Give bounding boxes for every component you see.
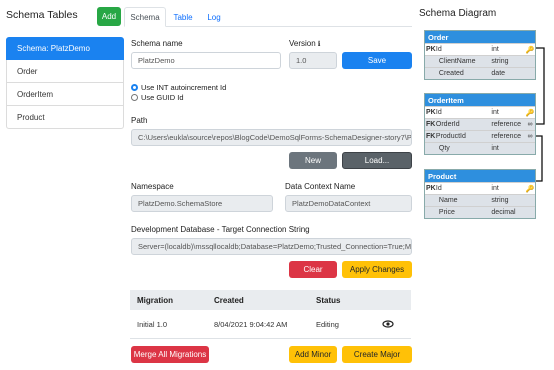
sidebar-item-orderitem[interactable]: OrderItem bbox=[6, 83, 124, 106]
create-major-button[interactable]: Create Major bbox=[342, 346, 412, 363]
column-type: reference bbox=[491, 133, 521, 140]
schema-diagram-title: Schema Diagram bbox=[419, 8, 497, 19]
column-type: int bbox=[491, 145, 499, 152]
table-row: Name string bbox=[425, 194, 535, 206]
merge-all-migrations-button[interactable]: Merge All Migrations bbox=[131, 346, 209, 363]
radio-int-id[interactable]: Use INT autoincrement Id bbox=[131, 83, 226, 92]
column-name: ProductId bbox=[435, 133, 466, 140]
add-button[interactable]: Add bbox=[97, 7, 121, 26]
diagram-table-order[interactable]: Order PK Id int 🔑 ClientName string Crea… bbox=[424, 30, 536, 80]
radio-guid-label: Use GUID Id bbox=[141, 93, 184, 102]
order-orderitem-connector bbox=[536, 47, 545, 125]
table-header-product: Product bbox=[425, 170, 535, 182]
column-type: int bbox=[491, 46, 499, 53]
namespace-input[interactable]: PlatzDemo.SchemaStore bbox=[131, 195, 273, 212]
table-header-order: Order bbox=[425, 31, 535, 43]
column-name: Created bbox=[438, 70, 464, 77]
table-header-orderitem: OrderItem bbox=[425, 94, 535, 106]
table-row: Price decimal bbox=[425, 206, 535, 218]
column-type: date bbox=[491, 70, 506, 77]
schema-tables-list: Schema: PlatzDemo Order OrderItem Produc… bbox=[6, 37, 124, 129]
column-type: int bbox=[491, 109, 499, 116]
diagram-table-product[interactable]: Product PK Id int 🔑 Name string Price de… bbox=[424, 169, 536, 219]
migration-created-cell: 8/04/2021 9:04:42 AM bbox=[214, 320, 288, 329]
key-label: PK bbox=[426, 46, 436, 53]
connection-string-input[interactable]: Server=(localdb)\mssqllocaldb;Database=P… bbox=[131, 238, 412, 255]
add-minor-button[interactable]: Add Minor bbox=[289, 346, 337, 363]
column-type: string bbox=[491, 58, 509, 65]
new-button[interactable]: New bbox=[289, 152, 337, 169]
column-name: Id bbox=[435, 185, 442, 192]
table-row: PK Id int 🔑 bbox=[425, 182, 535, 194]
migration-column-header: Migration bbox=[137, 296, 173, 305]
data-context-input[interactable]: PlatzDemoDataContext bbox=[285, 195, 412, 212]
save-button[interactable]: Save bbox=[342, 52, 412, 69]
tab-schema[interactable]: Schema bbox=[124, 7, 166, 27]
column-name: Qty bbox=[438, 145, 450, 152]
column-name: Price bbox=[438, 209, 455, 216]
table-row: PK Id int 🔑 bbox=[425, 106, 535, 118]
table-row: FK ProductId reference ∞ bbox=[425, 130, 535, 142]
table-row: ClientName string bbox=[425, 55, 535, 67]
eye-icon[interactable] bbox=[381, 318, 395, 330]
apply-changes-button[interactable]: Apply Changes bbox=[342, 261, 412, 278]
column-name: Id bbox=[435, 109, 442, 116]
info-icon: ℹ bbox=[317, 40, 321, 48]
load-button[interactable]: Load... bbox=[342, 152, 412, 169]
column-type: string bbox=[491, 197, 509, 204]
migration-status-cell: Editing bbox=[316, 320, 339, 329]
schema-name-input[interactable]: PlatzDemo bbox=[131, 52, 281, 69]
status-column-header: Status bbox=[316, 296, 341, 305]
clear-button[interactable]: Clear bbox=[289, 261, 337, 278]
column-name: Id bbox=[435, 46, 442, 53]
key-label: PK bbox=[426, 185, 436, 192]
path-input[interactable]: C:\Users\eukla\source\repos\BlogCode\Dem… bbox=[131, 129, 412, 146]
radio-guid-indicator[interactable] bbox=[131, 94, 138, 101]
table-row: Created date bbox=[425, 67, 535, 79]
namespace-label: Namespace bbox=[131, 182, 174, 191]
column-name: OrderId bbox=[435, 121, 460, 128]
data-context-label: Data Context Name bbox=[285, 182, 356, 191]
radio-int-label: Use INT autoincrement Id bbox=[141, 83, 227, 92]
tab-table[interactable]: Table bbox=[168, 7, 198, 27]
key-label: FK bbox=[426, 121, 436, 128]
column-type: decimal bbox=[491, 209, 516, 216]
table-row: FK OrderId reference ∞ bbox=[425, 118, 535, 130]
dev-db-label: Development Database - Target Connection… bbox=[131, 225, 310, 234]
path-label: Path bbox=[131, 116, 148, 125]
column-type: int bbox=[491, 185, 499, 192]
product-orderitem-connector bbox=[536, 135, 543, 182]
sidebar-item-schema[interactable]: Schema: PlatzDemo bbox=[6, 37, 124, 60]
column-type: reference bbox=[491, 121, 521, 128]
column-name: Name bbox=[438, 197, 458, 204]
schema-tables-title: Schema Tables bbox=[6, 9, 78, 21]
migrations-row-divider bbox=[130, 338, 411, 339]
relationship-connectors bbox=[536, 47, 545, 182]
version-label: Version bbox=[289, 39, 316, 48]
version-label-group: Version ℹ bbox=[289, 39, 320, 48]
radio-guid-id[interactable]: Use GUID Id bbox=[131, 93, 184, 102]
migration-name-cell: Initial 1.0 bbox=[137, 320, 168, 329]
created-column-header: Created bbox=[214, 296, 244, 305]
sidebar-item-product[interactable]: Product bbox=[6, 106, 124, 129]
schema-name-label: Schema name bbox=[131, 39, 183, 48]
table-row: Qty int bbox=[425, 142, 535, 154]
version-input[interactable]: 1.0 bbox=[289, 52, 337, 69]
column-name: ClientName bbox=[438, 58, 476, 65]
diagram-table-orderitem[interactable]: OrderItem PK Id int 🔑 FK OrderId referen… bbox=[424, 93, 536, 155]
radio-int-indicator[interactable] bbox=[131, 84, 138, 91]
table-row: PK Id int 🔑 bbox=[425, 43, 535, 55]
sidebar-item-order[interactable]: Order bbox=[6, 60, 124, 83]
key-label: FK bbox=[426, 133, 436, 140]
key-label: PK bbox=[426, 109, 436, 116]
tab-log[interactable]: Log bbox=[200, 7, 228, 27]
